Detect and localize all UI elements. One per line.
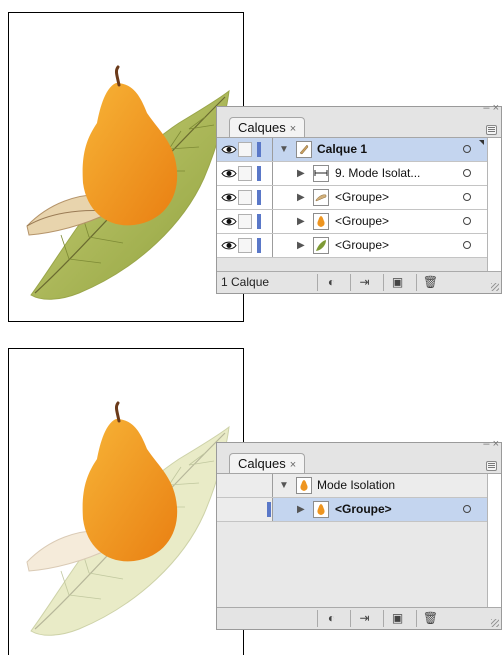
artboard-top [8, 12, 244, 322]
layer-count: 1 Calque [221, 275, 270, 289]
lock-toggle[interactable] [238, 190, 252, 205]
layer-row[interactable]: ▶ 9. Mode Isolat... [217, 162, 487, 186]
pear-artwork-bottom [26, 401, 230, 636]
resize-grip[interactable] [491, 283, 499, 291]
eye-icon[interactable] [221, 192, 237, 203]
layer-name: Mode Isolation [317, 478, 396, 492]
layer-name: <Groupe> [335, 238, 390, 252]
resize-grip[interactable] [491, 619, 499, 627]
make-clipping-mask-icon[interactable]: ◐ [317, 610, 345, 627]
layer-row[interactable]: ▶ <Groupe> [217, 186, 487, 210]
close-icon[interactable]: × [290, 123, 296, 135]
layers-panel-bottom: – × Calques × ▼ Mode Isolation ▶ <Groupe> [216, 439, 502, 630]
layer-thumbnail [313, 237, 329, 254]
create-layer-icon[interactable]: ▣ [383, 274, 411, 291]
tab-calques[interactable]: Calques × [229, 453, 306, 473]
layer-columns [217, 498, 273, 521]
tab-label: Calques [238, 120, 286, 135]
layer-row[interactable]: ▼ Calque 1 [217, 138, 487, 162]
close-icon[interactable]: × [290, 459, 296, 471]
eye-icon[interactable] [221, 168, 237, 179]
layer-color-bar [257, 214, 261, 229]
triangle-right-icon[interactable]: ▶ [297, 241, 305, 251]
layers-panel-top: – × Calques × ▼ Calque 1 ▶ 9. Mode Isola… [216, 103, 502, 294]
target-circle-icon[interactable] [463, 145, 471, 153]
triangle-right-icon[interactable]: ▶ [297, 169, 305, 179]
layer-thumbnail [313, 501, 329, 518]
layer-color-bar [257, 238, 261, 253]
layer-color-bar [257, 166, 261, 181]
layer-row[interactable]: ▼ Mode Isolation [217, 474, 487, 498]
triangle-right-icon[interactable]: ▶ [297, 217, 305, 227]
panel-tab-row: Calques × [217, 113, 501, 138]
layer-color-bar [267, 502, 271, 517]
layer-columns [217, 474, 273, 497]
layer-thumbnail [296, 477, 312, 494]
layer-row[interactable]: ▶ <Groupe> [217, 498, 487, 522]
target-circle-icon[interactable] [463, 217, 471, 225]
eye-icon[interactable] [221, 216, 237, 227]
create-sublayer-icon[interactable]: ⇥ [350, 274, 378, 291]
layer-thumbnail [313, 213, 329, 230]
eye-icon[interactable] [221, 240, 237, 251]
layer-name: Calque 1 [317, 142, 368, 156]
empty-list-area [217, 522, 487, 608]
artboard-bottom [8, 348, 244, 655]
triangle-down-icon[interactable]: ▼ [279, 481, 289, 491]
triangle-right-icon[interactable]: ▶ [297, 505, 305, 515]
layers-list: ▼ Mode Isolation ▶ <Groupe> [217, 474, 487, 522]
lock-toggle[interactable] [238, 214, 252, 229]
layers-list: ▼ Calque 1 ▶ 9. Mode Isolat... ▶ <Groupe… [217, 138, 487, 258]
layer-name: <Groupe> [335, 214, 390, 228]
target-circle-icon[interactable] [463, 241, 471, 249]
target-circle-icon[interactable] [463, 505, 471, 513]
tab-calques[interactable]: Calques × [229, 117, 306, 137]
layer-thumbnail [296, 141, 312, 158]
layer-thumbnail [313, 165, 329, 182]
target-circle-icon[interactable] [463, 193, 471, 201]
triangle-down-icon[interactable]: ▼ [279, 145, 289, 155]
selected-corner-icon [479, 140, 484, 145]
layer-color-bar [257, 142, 261, 157]
target-circle-icon[interactable] [463, 169, 471, 177]
panel-footer: 1 Calque ◐ ⇥ ▣ 🗑 [217, 271, 501, 293]
tab-label: Calques [238, 456, 286, 471]
layer-color-bar [257, 190, 261, 205]
lock-toggle[interactable] [238, 166, 252, 181]
make-clipping-mask-icon[interactable]: ◐ [317, 274, 345, 291]
delete-icon[interactable]: 🗑 [416, 610, 444, 627]
scrollbar[interactable] [487, 138, 501, 272]
panel-menu-icon[interactable] [486, 461, 497, 471]
eye-icon[interactable] [221, 144, 237, 155]
panel-tab-row: Calques × [217, 449, 501, 474]
panel-menu-icon[interactable] [486, 125, 497, 135]
layer-row[interactable]: ▶ <Groupe> [217, 234, 487, 258]
layer-name: <Groupe> [335, 190, 390, 204]
layer-thumbnail [313, 189, 329, 206]
lock-toggle[interactable] [238, 238, 252, 253]
triangle-right-icon[interactable]: ▶ [297, 193, 305, 203]
lock-toggle[interactable] [238, 142, 252, 157]
delete-icon[interactable]: 🗑 [416, 274, 444, 291]
create-sublayer-icon[interactable]: ⇥ [350, 610, 378, 627]
layer-name: 9. Mode Isolat... [335, 166, 421, 180]
layer-name: <Groupe> [335, 502, 392, 516]
scrollbar[interactable] [487, 474, 501, 608]
layer-row[interactable]: ▶ <Groupe> [217, 210, 487, 234]
pear-artwork-top [26, 65, 230, 300]
panel-footer: ◐ ⇥ ▣ 🗑 [217, 607, 501, 629]
create-layer-icon[interactable]: ▣ [383, 610, 411, 627]
